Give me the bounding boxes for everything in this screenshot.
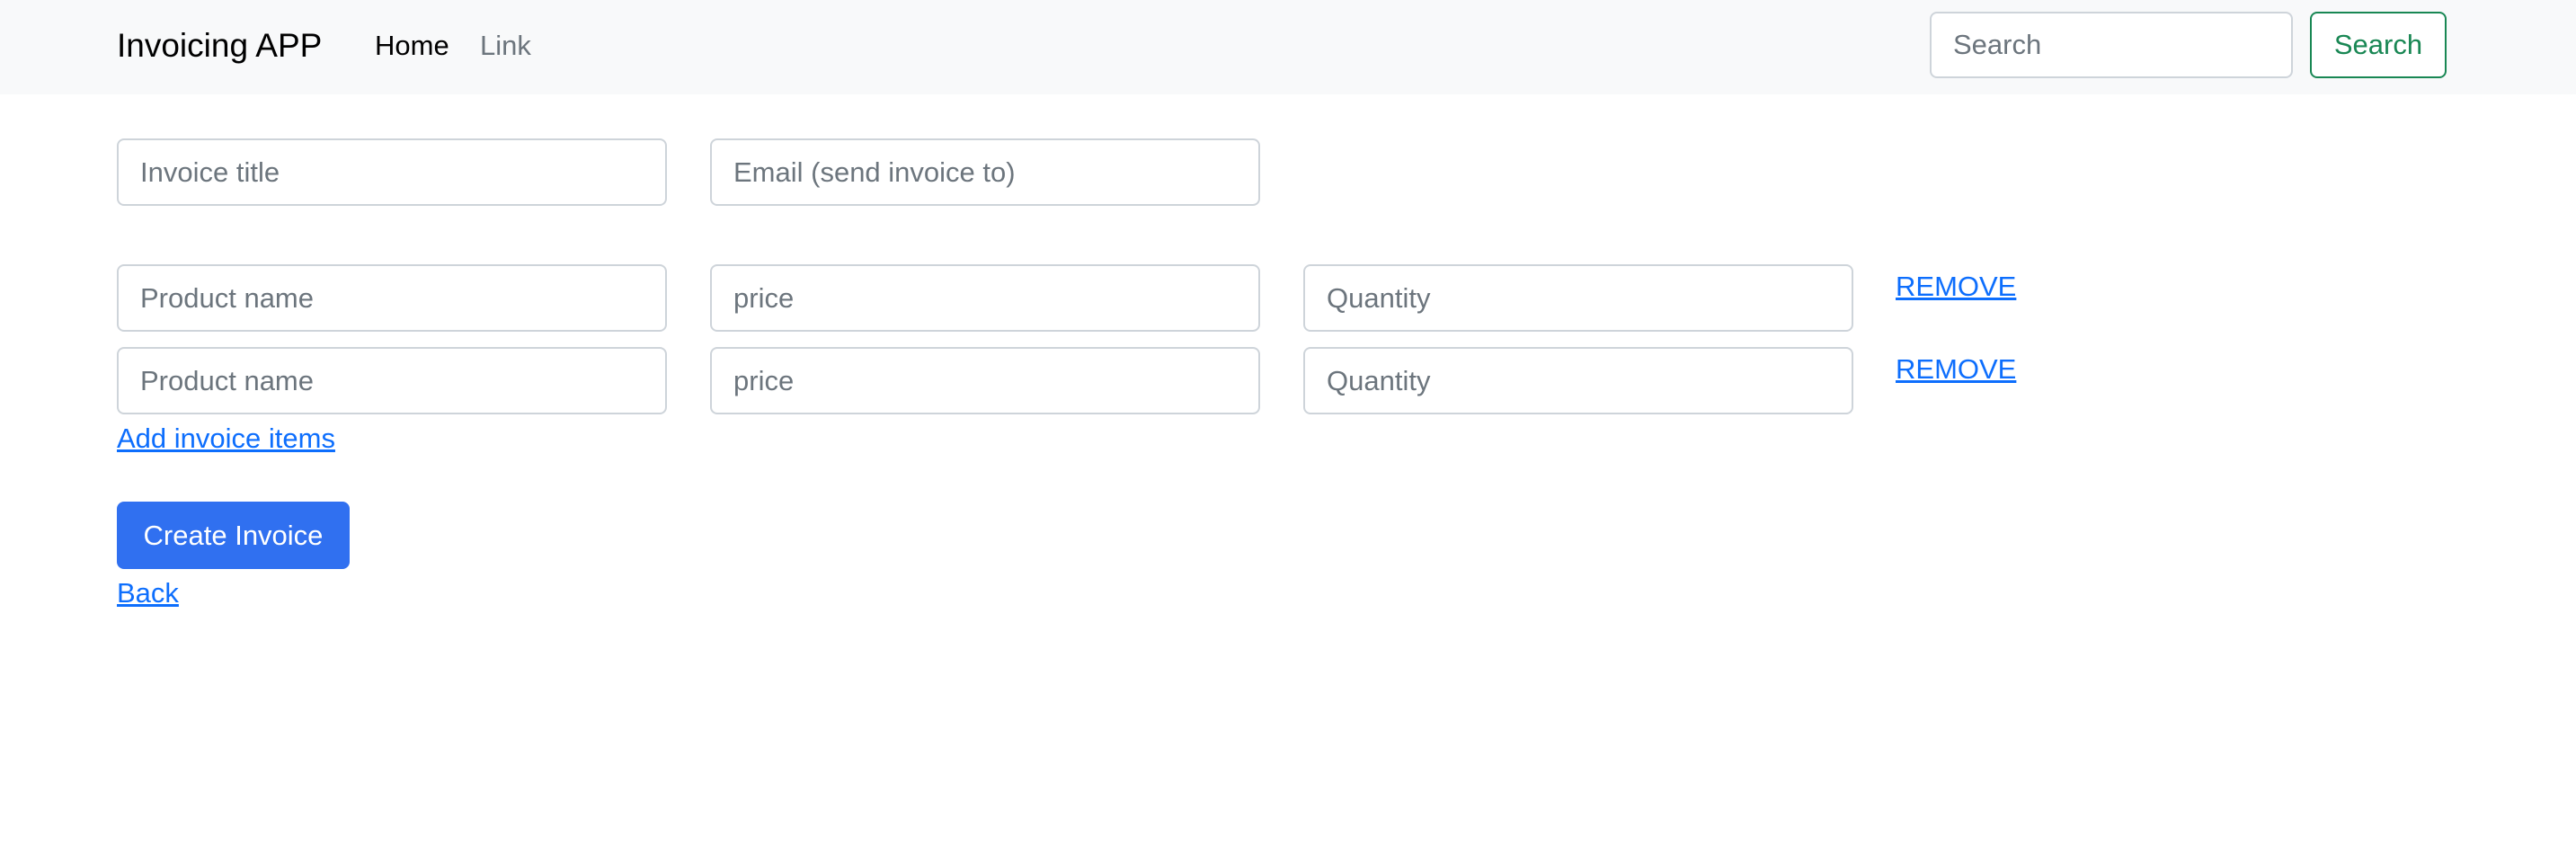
quantity-input[interactable] (1303, 264, 1853, 332)
price-input[interactable] (710, 264, 1260, 332)
product-name-input[interactable] (117, 347, 667, 414)
product-name-input[interactable] (117, 264, 667, 332)
remove-item-link[interactable]: REMOVE (1896, 269, 2016, 305)
nav-link-link[interactable]: Link (480, 23, 531, 68)
nav-link-home[interactable]: Home (375, 23, 449, 68)
create-invoice-button[interactable]: Create Invoice (117, 502, 350, 569)
back-link[interactable]: Back (117, 575, 179, 611)
search-input[interactable] (1930, 12, 2293, 78)
remove-item-link[interactable]: REMOVE (1896, 351, 2016, 387)
quantity-input[interactable] (1303, 347, 1853, 414)
email-input[interactable] (710, 138, 1260, 206)
add-invoice-items-link[interactable]: Add invoice items (117, 421, 335, 457)
price-input[interactable] (710, 347, 1260, 414)
search-button[interactable]: Search (2310, 12, 2447, 78)
navbar-brand[interactable]: Invoicing APP (117, 23, 322, 68)
navbar: Invoicing APP Home Link Search (0, 0, 2576, 94)
invoice-title-input[interactable] (117, 138, 667, 206)
